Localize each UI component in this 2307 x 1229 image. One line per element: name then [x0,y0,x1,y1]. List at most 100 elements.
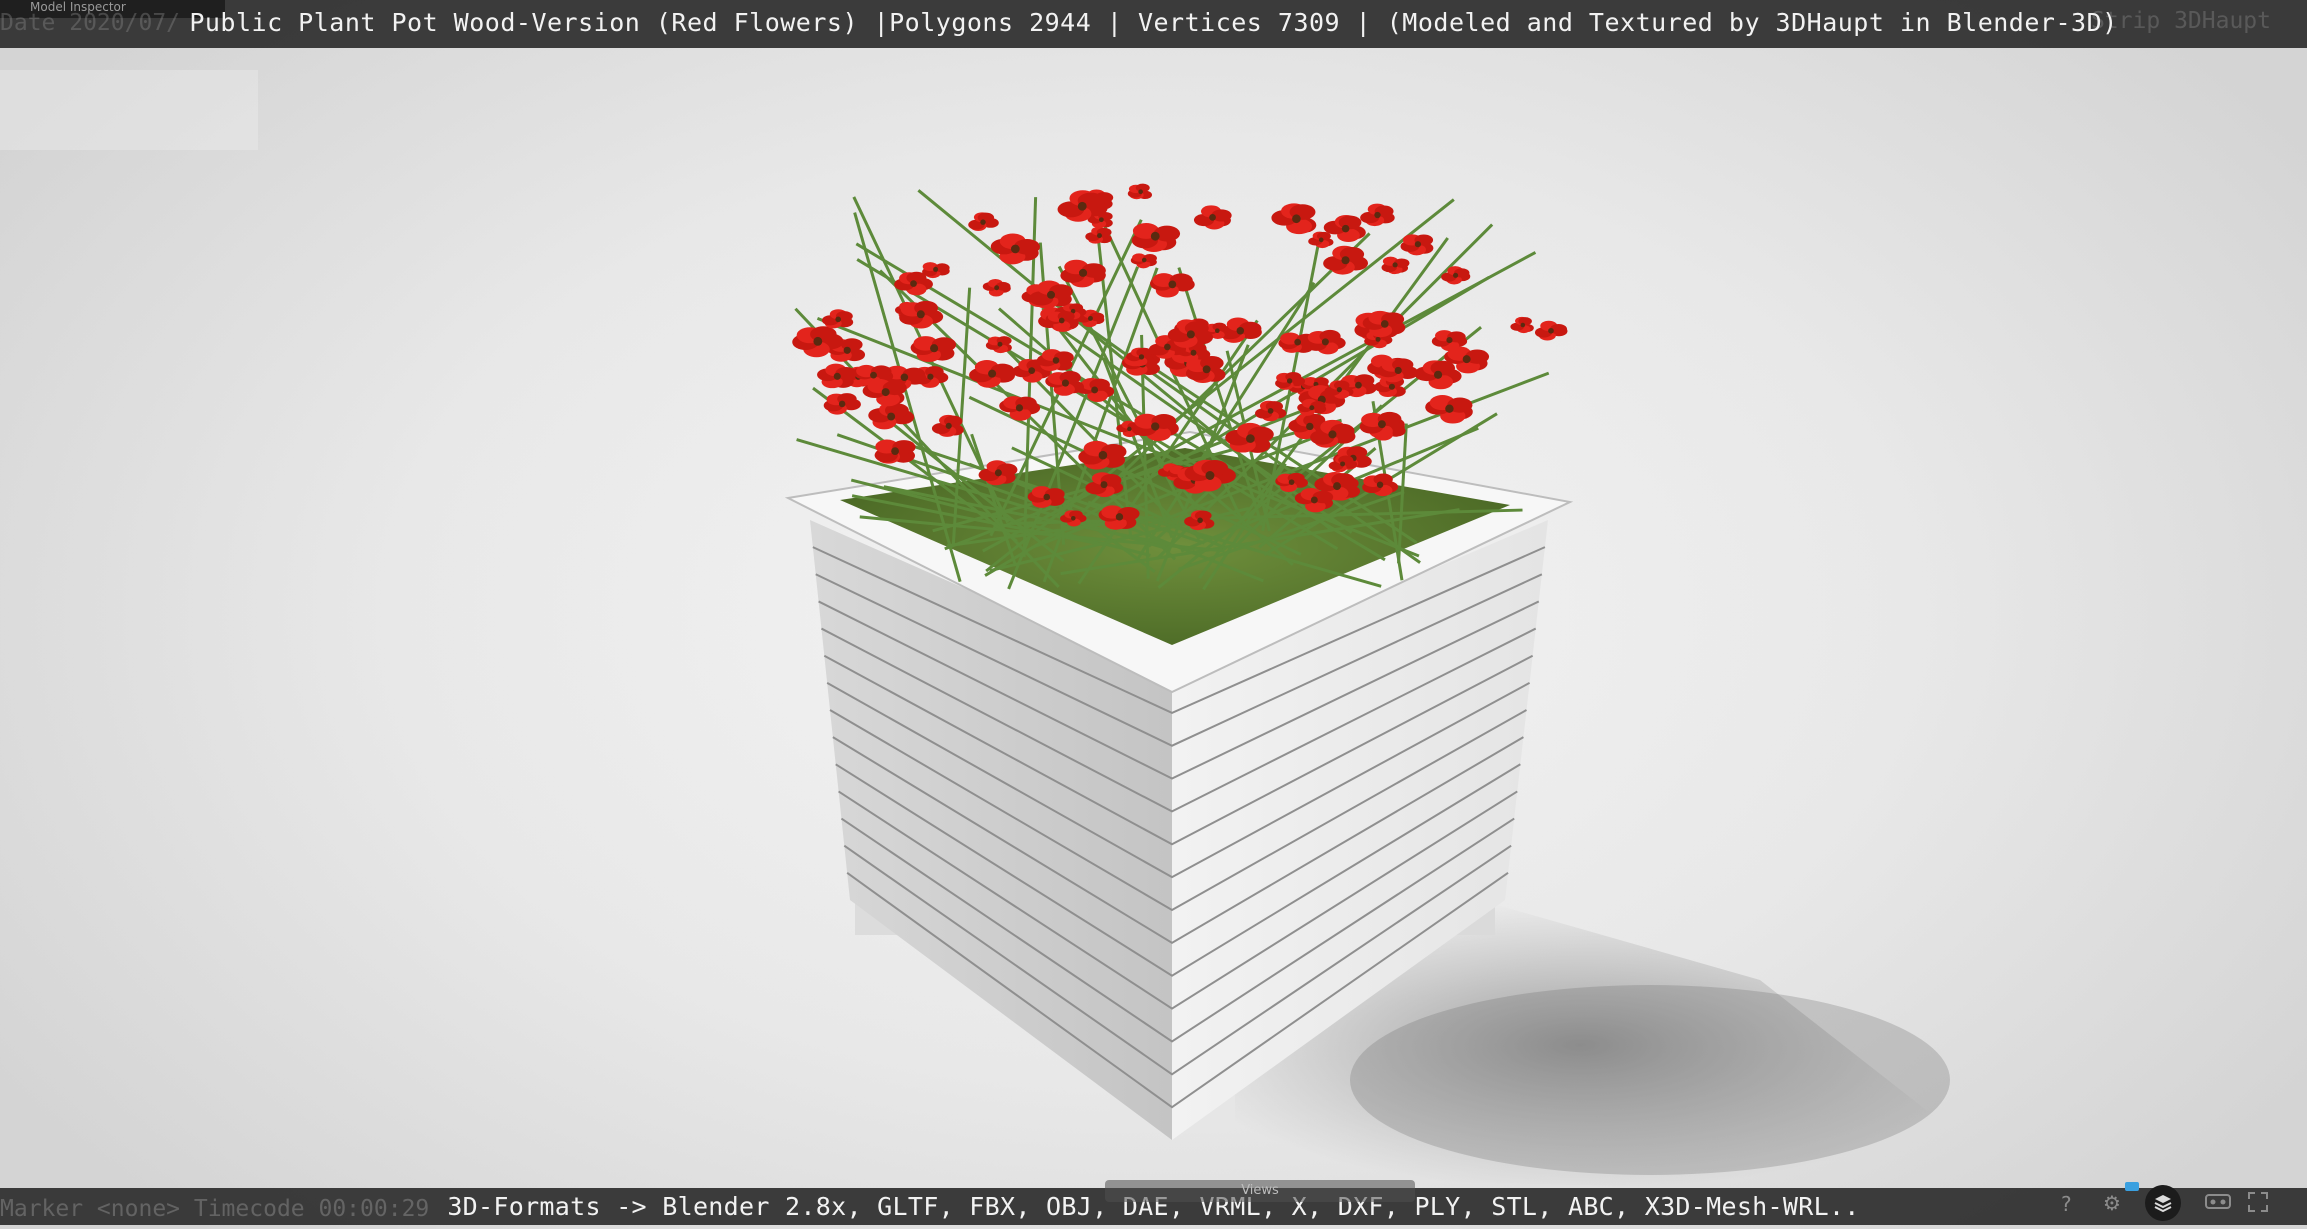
flower-center [1164,343,1171,351]
flower-center [1078,268,1088,277]
flower-center [1100,481,1108,489]
ghost-overlay-panel [0,70,258,150]
red-flower [1308,231,1334,249]
flower-center [1077,201,1087,211]
flower-center [1294,338,1301,346]
flower-center [1138,354,1145,360]
red-flower [1193,205,1232,230]
flower-center [838,400,846,408]
flower-center [1309,405,1315,411]
help-icon[interactable]: ? [2061,1192,2072,1216]
red-flower [1127,183,1153,200]
flower-center [927,373,934,380]
flower-center [1098,450,1108,460]
flower-center [1190,349,1197,356]
flower-center [1151,422,1160,431]
flower-center [835,316,842,323]
flower-petal [1430,360,1456,376]
vr-headset-icon[interactable] [2205,1191,2231,1215]
ghost-marker-text: Marker <none> Timecode 00:00:29 [0,1196,430,1222]
views-tab[interactable]: Views [1105,1180,1415,1202]
flower-center [1374,211,1381,219]
flower-petal [1333,380,1350,390]
red-flower [922,262,950,279]
flower-center [1061,379,1070,387]
flower-center [1377,420,1386,429]
flower-center [1138,189,1143,195]
flower-center [1328,430,1337,439]
flower-center [1209,214,1216,221]
red-flower [1510,316,1534,334]
red-flower [999,396,1041,421]
flower-center [1052,357,1060,364]
flower-center [994,469,1002,477]
red-flower [1377,358,1419,383]
gear-icon[interactable]: ⚙ [2103,1191,2121,1215]
3d-viewport[interactable] [0,0,2307,1225]
flower-center [1091,386,1099,394]
red-flower [1131,223,1181,252]
red-flower [1441,266,1471,285]
flower-center [1433,370,1443,379]
flower-center [1202,365,1211,374]
flower-center [1520,322,1526,328]
flower-petal [1194,510,1212,521]
flower-center [1150,231,1160,241]
flower-center [1127,426,1132,432]
flower-petal [1135,183,1150,192]
flower-center [1548,327,1554,334]
flower-center [1414,241,1421,248]
flower-center [1015,404,1024,412]
flower-center [980,219,986,225]
flower-center [1388,383,1395,390]
layers-icon[interactable] [2125,1182,2181,1221]
red-flower [822,309,854,329]
flower-petal [977,212,995,223]
flower-center [1043,493,1051,501]
red-flower [982,279,1011,297]
flower-center [1141,257,1147,263]
flower-center [1205,471,1215,480]
flower-center [1010,244,1020,254]
flower-center [1318,237,1324,243]
flower-center [1246,434,1255,443]
flower-center [1306,422,1314,431]
flower-center [988,369,997,378]
flower-center [1392,262,1398,268]
red-flower [1425,395,1473,424]
viewer-controls: ? ⚙ [2047,1178,2307,1225]
flower-center [870,371,877,379]
flower-center [1236,327,1245,335]
flower-center [1333,482,1341,491]
flower-center [1047,290,1056,299]
flower-center [997,341,1003,347]
flower-center [1341,256,1350,265]
flower-center [881,388,890,397]
flower-center [930,344,939,353]
flower-center [1310,496,1318,504]
red-flower [985,336,1012,354]
flower-center [1453,272,1459,278]
red-flower [1360,203,1395,227]
fullscreen-icon[interactable] [2247,1191,2269,1218]
flower-center [1341,224,1350,233]
flower-center [1214,328,1220,334]
flower-petal [1338,215,1362,230]
red-flower [1027,486,1065,508]
red-flower [1078,440,1127,470]
flower-center [1087,315,1093,321]
flower-center [916,310,925,319]
flower-center [1286,378,1293,384]
flower-center [1099,217,1104,223]
red-flower [931,414,964,437]
flower-center [1446,337,1453,344]
red-flower [1400,234,1434,256]
red-flower [1271,203,1317,235]
flower-center [1462,355,1471,364]
red-flower [823,393,861,415]
flower-center [900,373,909,382]
model-title: Public Plant Pot Wood-Version (Red Flowe… [189,8,2118,37]
flower-center [910,280,917,287]
red-flower [874,439,916,464]
red-flower [1305,329,1346,355]
